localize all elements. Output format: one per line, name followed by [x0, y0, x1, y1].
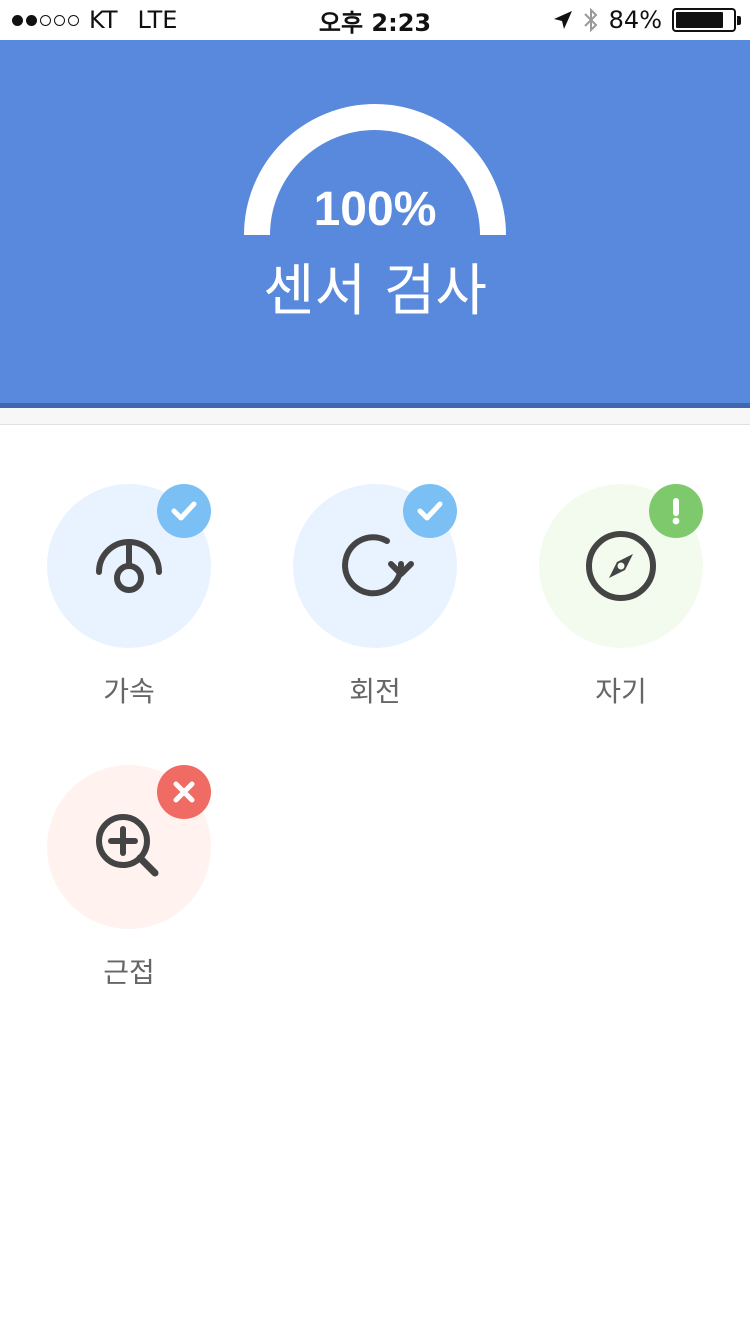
close-icon: [173, 781, 195, 803]
sensor-item-accelerometer[interactable]: 가속: [47, 484, 211, 714]
zoom-in-icon: [96, 814, 159, 877]
status-badge-pass: [157, 484, 211, 538]
sensor-label: 회전: [349, 675, 401, 708]
check-icon: [417, 501, 443, 521]
status-badge-warning: [649, 484, 703, 538]
section-divider: [0, 408, 750, 425]
accelerometer-icon: [96, 539, 162, 593]
location-arrow-icon: [553, 11, 572, 29]
sensor-label: 가속: [103, 675, 155, 708]
rotation-icon: [342, 534, 414, 597]
status-bar: KT LTE 오후 2:23 84%: [0, 0, 750, 40]
sensor-item-magnetic[interactable]: 자기: [539, 484, 703, 714]
sensor-label: 자기: [595, 675, 647, 708]
status-badge-pass: [403, 484, 457, 538]
battery-icon: [672, 8, 741, 32]
sensor-item-rotation[interactable]: 회전: [293, 484, 457, 714]
page-title: 센서 검사: [263, 259, 487, 324]
sensor-item-proximity[interactable]: 근접: [47, 765, 211, 995]
status-right: 84%: [553, 0, 741, 40]
battery-percent: 84%: [608, 6, 662, 34]
status-badge-fail: [157, 765, 211, 819]
bluetooth-icon: [583, 7, 598, 33]
exclamation-icon: [672, 498, 680, 525]
check-icon: [171, 501, 197, 521]
sensor-label: 근접: [103, 956, 155, 989]
progress-percent: 100%: [313, 183, 437, 236]
compass-icon: [586, 531, 656, 601]
